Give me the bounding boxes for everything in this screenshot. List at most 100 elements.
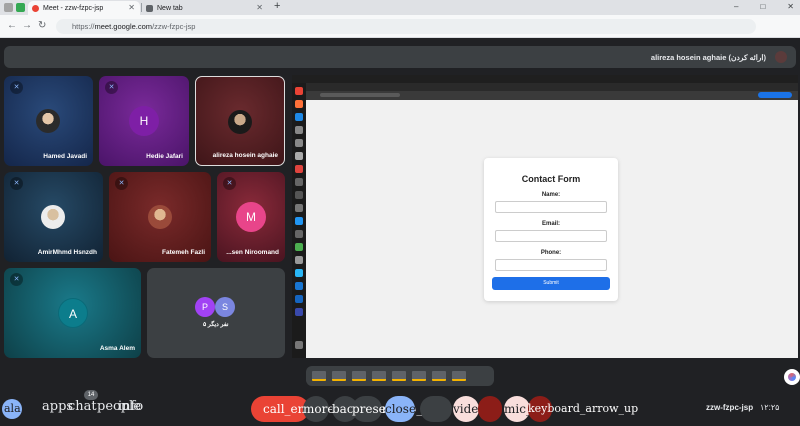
email-label: Email: xyxy=(541,221,560,227)
app-icon xyxy=(295,256,303,264)
meet-app: alireza hosein aghaie (ارائه‌ کردن) ✕ Ha… xyxy=(0,39,800,426)
new-tab-icon xyxy=(146,4,153,12)
app-icon xyxy=(295,295,303,303)
participant-tile[interactable]: alireza hosein aghaie xyxy=(195,76,285,166)
presenter-bar: alireza hosein aghaie (ارائه‌ کردن) xyxy=(4,46,796,68)
mic-off-icon: ✕ xyxy=(223,177,236,190)
mic-off-button[interactable]: mic_off xyxy=(504,396,548,422)
reaction-icon[interactable] xyxy=(412,371,426,381)
app-icon xyxy=(295,230,303,238)
close-window-button[interactable]: ✕ xyxy=(787,2,794,11)
participant-tile[interactable]: ✕ AmirMhmd Hsnzdh xyxy=(4,172,103,262)
mic-off-icon: ✕ xyxy=(10,273,23,286)
avatar: A xyxy=(58,298,88,328)
avatar xyxy=(36,109,60,133)
reaction-icon[interactable] xyxy=(312,371,326,381)
participant-name: ...sen Niroomand xyxy=(226,249,279,256)
back-icon[interactable]: ← xyxy=(7,20,17,31)
participant-name: AmirMhmd Hsnzdh xyxy=(37,249,97,256)
tab-title: Meet - zzw-fzpc-jsp xyxy=(43,4,104,12)
recording-icon xyxy=(32,4,39,12)
phone-field xyxy=(495,259,607,271)
shared-tabs xyxy=(306,83,798,91)
avatar: H xyxy=(129,106,159,136)
shared-address-bar xyxy=(306,91,798,100)
address-bar: ← → ↻ https://meet.google.com/zzw-fzpc-j… xyxy=(0,15,800,38)
contact-form: Contact Form Name: Email: Phone: Submit xyxy=(484,158,618,301)
participant-name: Asma Alem xyxy=(99,345,135,352)
captions-button[interactable]: closed_caption_off xyxy=(385,396,497,422)
name-field xyxy=(495,201,607,213)
close-icon[interactable]: ✕ xyxy=(256,3,263,12)
people-count-badge: 14 xyxy=(84,390,98,400)
captions-toggle-button[interactable] xyxy=(420,396,452,422)
bottom-controls: ala apps chat people info 14 call_end mo… xyxy=(0,388,800,426)
reaction-icon[interactable] xyxy=(452,371,466,381)
vscode-icon xyxy=(295,113,303,121)
url-input[interactable]: https://meet.google.com/zzw-fzpc-jsp xyxy=(56,19,756,34)
maximize-button[interactable]: □ xyxy=(760,2,765,11)
firefox-icon xyxy=(295,100,303,108)
shared-topbar xyxy=(292,75,798,83)
grid-icon xyxy=(295,341,303,349)
gemini-icon[interactable] xyxy=(784,369,800,385)
form-title: Contact Form xyxy=(521,174,581,184)
reaction-icon[interactable] xyxy=(432,371,446,381)
camera-off-button[interactable]: videocam_off xyxy=(453,396,533,422)
presenter-name: alireza hosein aghaie (ارائه‌ کردن) xyxy=(650,53,766,62)
url-path: /zzw-fzpc-jsp xyxy=(152,22,196,31)
participant-tile[interactable]: ✕ Fatemeh Fazli xyxy=(109,172,211,262)
avatar xyxy=(228,110,252,134)
participant-tile[interactable]: ✕ Hamed Javadi xyxy=(4,76,93,166)
leave-call-button[interactable]: call_end xyxy=(251,396,313,422)
reaction-icon[interactable] xyxy=(352,371,366,381)
more-options-button[interactable]: more_vert xyxy=(303,396,365,422)
participant-name: Hamed Javadi xyxy=(43,153,87,160)
present-button[interactable]: present_to_all xyxy=(352,396,437,422)
reaction-icon[interactable] xyxy=(372,371,386,381)
info-icon[interactable]: info xyxy=(118,399,143,414)
mic-off-icon: ✕ xyxy=(10,177,23,190)
mic-off-icon: ✕ xyxy=(105,81,118,94)
shared-button xyxy=(758,92,792,98)
browser-tab-bar: Meet - zzw-fzpc-jsp ✕ New tab ✕ + – □ ✕ xyxy=(0,0,800,15)
phone-label: Phone: xyxy=(540,250,562,256)
minimize-button[interactable]: – xyxy=(734,2,738,11)
avatar: S xyxy=(215,297,235,317)
avatar xyxy=(41,205,65,229)
chat-icon[interactable]: chat xyxy=(68,399,97,414)
tab-new[interactable]: New tab ✕ xyxy=(142,1,268,15)
app-icon xyxy=(295,165,303,173)
mic-off-icon: ✕ xyxy=(115,177,128,190)
mic-off-icon: ✕ xyxy=(10,81,23,94)
app-icon xyxy=(295,152,303,160)
reaction-icon[interactable] xyxy=(332,371,346,381)
app-icon xyxy=(295,191,303,199)
participant-tile[interactable]: ✕ M ...sen Niroomand xyxy=(217,172,285,262)
participant-tile[interactable]: ✕ H Hedie Jafari xyxy=(99,76,189,166)
forward-icon[interactable]: → xyxy=(22,20,32,31)
avatar: P xyxy=(195,297,215,317)
avatar xyxy=(775,51,787,63)
participant-tile[interactable]: P S ۵ نفر دیگر xyxy=(147,268,285,358)
profile-icon[interactable] xyxy=(4,3,13,12)
tab-meet[interactable]: Meet - zzw-fzpc-jsp ✕ xyxy=(28,1,140,15)
participant-name: Fatemeh Fazli xyxy=(162,249,205,256)
workspaces-icon[interactable] xyxy=(16,3,25,12)
user-avatar[interactable]: ala xyxy=(2,399,22,419)
reaction-icon[interactable] xyxy=(392,371,406,381)
url-host: meet.google.com xyxy=(94,22,153,31)
app-icon xyxy=(295,139,303,147)
clock: ۱۲:۲۵ xyxy=(760,403,780,412)
app-icon xyxy=(295,204,303,212)
app-icon xyxy=(295,308,303,316)
shared-dock xyxy=(292,83,306,358)
camera-options-button[interactable] xyxy=(478,396,502,422)
reload-icon[interactable]: ↻ xyxy=(38,20,46,31)
participant-tile[interactable]: ✕ A Asma Alem xyxy=(4,268,141,358)
close-icon[interactable]: ✕ xyxy=(128,3,135,12)
meeting-code: zzw-fzpc-jsp xyxy=(706,403,754,412)
new-tab-button[interactable]: + xyxy=(274,0,280,12)
url-scheme: https:// xyxy=(72,22,95,31)
mic-options-button[interactable]: keyboard_arrow_up xyxy=(528,396,638,422)
